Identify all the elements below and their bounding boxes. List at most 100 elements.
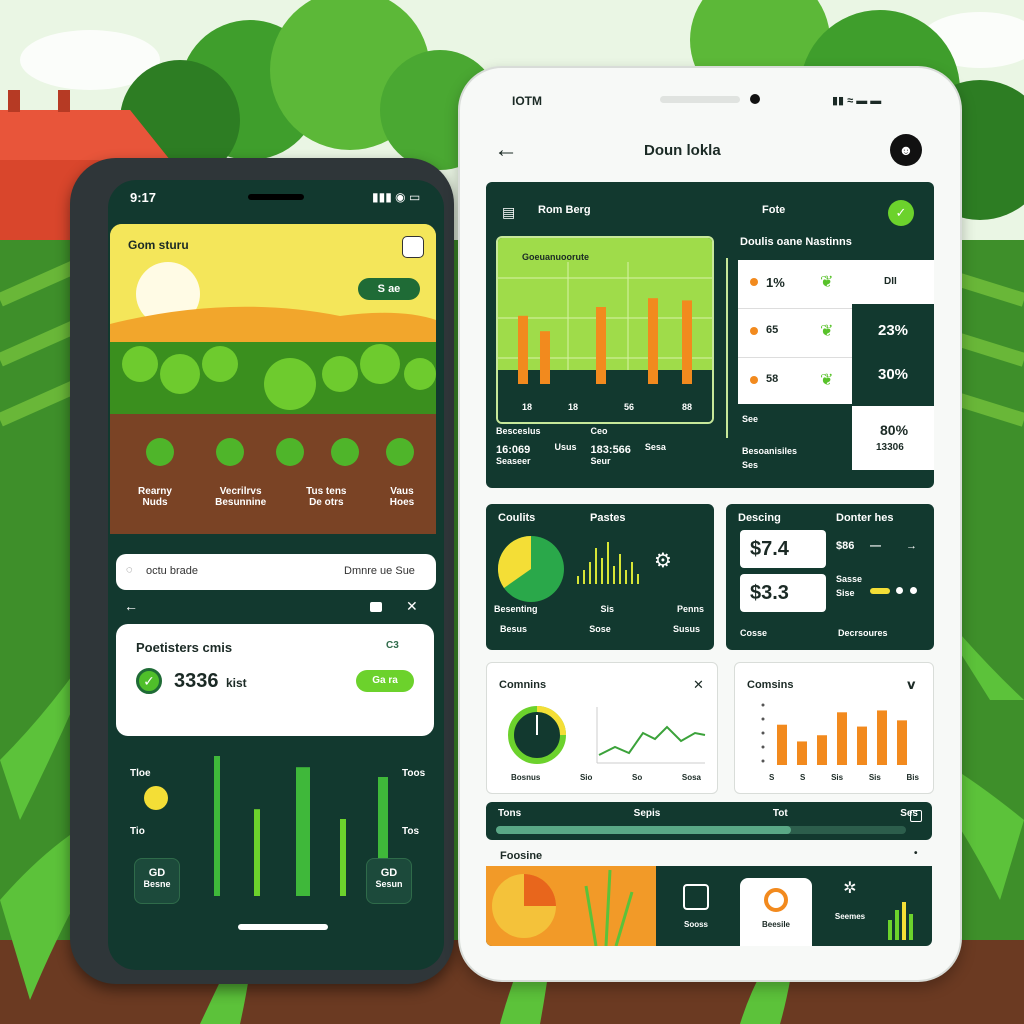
profile-avatar[interactable]: ☻ <box>890 134 922 166</box>
search-icon: ◌ <box>126 564 133 576</box>
chart-label: Tloe <box>130 768 151 779</box>
metrics-side-header: DII <box>852 260 934 304</box>
bar <box>837 712 847 765</box>
search-bar[interactable]: ◌ octu brade Dmnre ue Sue <box>116 554 436 590</box>
price-box[interactable]: $7.4 <box>740 530 826 568</box>
chart-label: Tos <box>402 826 420 837</box>
app-title: Gom sturu <box>128 238 189 252</box>
price-side-label: Sasse <box>836 574 863 584</box>
gauge-labels: Bosnus Sio So Sosa <box>511 773 701 782</box>
section-title: Rom Berg <box>538 204 591 216</box>
star-icon: ✲ <box>843 880 857 897</box>
axis-dot <box>761 759 765 763</box>
pie-card: Coulits Pastes ⚙ Besenting Sis Penns Bes… <box>486 504 714 650</box>
progress-labels: Tons Sepis Tot Ses <box>498 808 918 819</box>
close-icon[interactable]: ✕ <box>693 677 704 693</box>
chart-label: Tio <box>130 826 145 837</box>
plant-item[interactable]: Vecrilrvs Besunnine <box>201 486 281 508</box>
bar-card: Comsins ⅴ S S Sis Sis Bis <box>734 662 934 794</box>
status-icons: ▮▮ ≈ ▬ ▬ <box>832 95 882 107</box>
tick-label: 18 <box>568 402 578 412</box>
stats-card: Poetisters cmis C3 ✓ 3336 kist Ga ra <box>116 624 434 736</box>
chart-label: Toos <box>402 768 426 779</box>
gauge-chart <box>508 706 566 764</box>
nav-item[interactable]: ✲ Seemes <box>830 878 870 938</box>
plant-item[interactable]: Vaus Hoes <box>372 486 432 508</box>
price-card-title2: Donter hes <box>836 512 894 524</box>
metrics-highlight-card: 80% 13306 <box>852 406 934 470</box>
bar <box>857 726 867 765</box>
bar <box>877 710 887 765</box>
tick-label: 88 <box>682 402 692 412</box>
list-icon[interactable] <box>370 602 382 612</box>
bottom-tile-right[interactable]: GD Sesun <box>366 858 412 904</box>
price-card-title: Descing <box>738 512 781 524</box>
more-icon[interactable]: • <box>914 848 918 859</box>
status-time: 9:17 <box>130 190 157 205</box>
back-arrow-icon[interactable]: ← <box>494 136 518 164</box>
divider <box>726 258 728 438</box>
metrics-table: 1% ❦ 65 ❦ 58 ❦ <box>738 260 852 404</box>
arrow-right-icon[interactable]: → <box>906 540 917 552</box>
leaf-icon: ❦ <box>820 274 834 291</box>
back-arrow-icon[interactable]: ← <box>124 598 138 614</box>
bottom-nav-bar: Sooss Beesile ✲ Seemes <box>486 866 932 946</box>
pie-labels: Besenting Sis Penns <box>494 604 704 614</box>
axis-dot <box>761 731 765 735</box>
chart-footer: Besceslus 16:069 Seaseer Usus Ceo 183:566 Se… <box>496 426 666 466</box>
metric-row[interactable]: 65 ❦ <box>738 309 852 358</box>
price-side-label: Sise <box>836 588 855 598</box>
bar <box>682 300 692 384</box>
gauge-card-title: Comnins <box>499 679 547 691</box>
toggle-bar[interactable] <box>870 588 890 594</box>
status-icons: ▮▮▮ ◉ ▭ <box>372 190 421 204</box>
pie-footer: Besus Sose Susus <box>500 624 700 634</box>
card-unit: kist <box>226 676 247 690</box>
search-text: octu brade <box>146 565 198 577</box>
footer-section-title: Foosine <box>500 850 543 862</box>
bar <box>797 741 807 765</box>
status-time: IOTM <box>512 94 542 108</box>
metrics-footer-mid: Besoanisiles <box>742 446 798 456</box>
speaker-notch <box>660 96 740 103</box>
header-action-button[interactable]: S ae <box>358 278 420 300</box>
left-phone-screen: 9:17 ▮▮▮ ◉ ▭ Gom sturu S ae Rearny Nuds V… <box>108 180 444 970</box>
nav-item-active[interactable]: Beesile <box>740 878 812 946</box>
axis-dot <box>761 745 765 749</box>
mini-bar-chart <box>888 902 913 940</box>
menu-icon[interactable] <box>402 236 424 258</box>
dot-indicator <box>896 587 903 594</box>
check-icon[interactable]: ✓ <box>888 200 914 226</box>
camera-icon <box>750 94 760 104</box>
expand-icon[interactable] <box>910 810 922 822</box>
pie-chart <box>497 536 564 602</box>
speaker-notch <box>248 194 304 200</box>
bar <box>518 315 528 384</box>
progress-track[interactable] <box>496 826 906 834</box>
tick-label: 18 <box>522 402 532 412</box>
home-indicator[interactable] <box>238 924 328 930</box>
search-right-text: Dmnre ue Sue <box>344 565 415 577</box>
chart-box: 18 18 56 88 Goeuanuoorute <box>496 236 714 424</box>
close-icon[interactable]: ✕ <box>406 598 418 615</box>
metric-row[interactable]: 1% ❦ <box>738 260 852 309</box>
pie-card-title: Coulits <box>498 512 536 524</box>
waveform-chart <box>577 542 639 584</box>
gear-icon[interactable]: ⚙ <box>654 548 672 573</box>
metric-row[interactable]: 58 ❦ <box>738 358 852 406</box>
chevron-icon[interactable]: ⅴ <box>907 677 915 693</box>
plant-item[interactable]: Rearny Nuds <box>120 486 190 508</box>
price-footer: Decrsoures <box>838 628 888 638</box>
plant-item[interactable]: Tus tens De otrs <box>291 486 361 508</box>
card-action-button[interactable]: Ga ra <box>356 670 414 692</box>
nav-item[interactable]: Sooss <box>676 884 716 944</box>
bottom-tile-left[interactable]: GD Besne <box>134 858 180 904</box>
pie-card-title2: Pastes <box>590 512 626 524</box>
metrics-footer-left: See <box>742 414 759 424</box>
chart-title: Goeuanuoorute <box>522 252 589 262</box>
page-title: Doun lokla <box>644 142 721 159</box>
price-box[interactable]: $3.3 <box>740 574 826 612</box>
bar <box>254 809 260 896</box>
left-bar-chart <box>214 756 388 896</box>
bar <box>817 735 827 765</box>
